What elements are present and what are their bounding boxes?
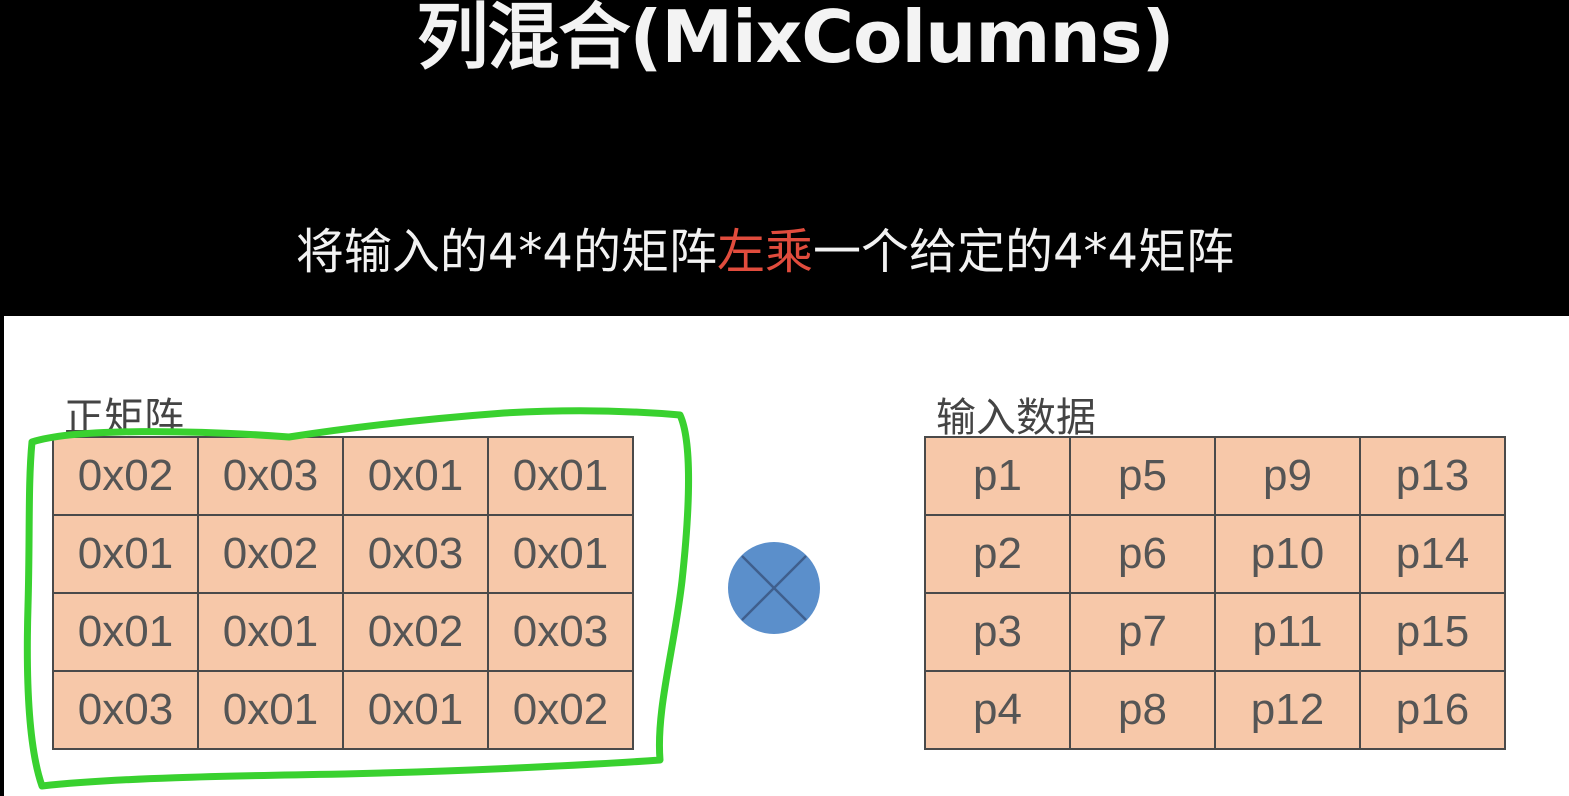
circled-times-icon	[728, 542, 820, 634]
matrix-cell: p8	[1071, 672, 1216, 750]
slide-header: 列混合(MixColumns) 将输入的4*4的矩阵左乘一个给定的4*4矩阵	[0, 0, 1569, 316]
matrix-cell: 0x01	[489, 516, 634, 594]
slide-subtitle: 将输入的4*4的矩阵左乘一个给定的4*4矩阵	[250, 222, 1280, 282]
subtitle-prefix: 将输入的4*4的矩阵	[295, 224, 717, 280]
matrix-cell: p15	[1361, 594, 1506, 672]
matrix-cell: p5	[1071, 438, 1216, 516]
matrix-cell: 0x01	[344, 672, 489, 750]
matrix-cell: p3	[926, 594, 1071, 672]
subtitle-suffix: 一个给定的4*4矩阵	[813, 224, 1235, 280]
matrix-cell: 0x01	[54, 516, 199, 594]
matrix-cell: 0x01	[489, 438, 634, 516]
right-matrix-label: 输入数据	[936, 395, 1096, 441]
left-matrix: 0x02 0x03 0x01 0x01 0x01 0x02 0x03 0x01 …	[52, 436, 634, 750]
matrix-cell: 0x02	[199, 516, 344, 594]
matrix-cell: 0x01	[199, 672, 344, 750]
matrix-cell: p7	[1071, 594, 1216, 672]
slide-title: 列混合(MixColumns)	[416, 0, 1175, 79]
matrix-cell: 0x01	[199, 594, 344, 672]
matrix-cell: p14	[1361, 516, 1506, 594]
right-matrix: p1 p5 p9 p13 p2 p6 p10 p14 p3 p7 p11 p15…	[924, 436, 1506, 750]
slide-canvas: 列混合(MixColumns) 将输入的4*4的矩阵左乘一个给定的4*4矩阵 正…	[0, 0, 1569, 796]
matrix-cell: p12	[1216, 672, 1361, 750]
subtitle-accent: 左乘	[716, 224, 813, 280]
matrix-cell: 0x03	[199, 438, 344, 516]
matrix-cell: 0x03	[344, 516, 489, 594]
matrix-cell: 0x03	[54, 672, 199, 750]
matrix-cell: p13	[1361, 438, 1506, 516]
matrix-cell: p11	[1216, 594, 1361, 672]
matrix-cell: 0x03	[489, 594, 634, 672]
diagram-panel: 正矩阵 0x02 0x03 0x01 0x01 0x01 0x02 0x03 0…	[4, 316, 1569, 796]
matrix-cell: 0x01	[54, 594, 199, 672]
left-matrix-label: 正矩阵	[64, 395, 184, 441]
matrix-cell: 0x02	[489, 672, 634, 750]
matrix-cell: p2	[926, 516, 1071, 594]
matrix-cell: p16	[1361, 672, 1506, 750]
matrix-cell: 0x02	[344, 594, 489, 672]
matrix-cell: p1	[926, 438, 1071, 516]
matrix-cell: p4	[926, 672, 1071, 750]
matrix-cell: p9	[1216, 438, 1361, 516]
matrix-cell: 0x02	[54, 438, 199, 516]
matrix-cell: p6	[1071, 516, 1216, 594]
matrix-cell: 0x01	[344, 438, 489, 516]
matrix-cell: p10	[1216, 516, 1361, 594]
